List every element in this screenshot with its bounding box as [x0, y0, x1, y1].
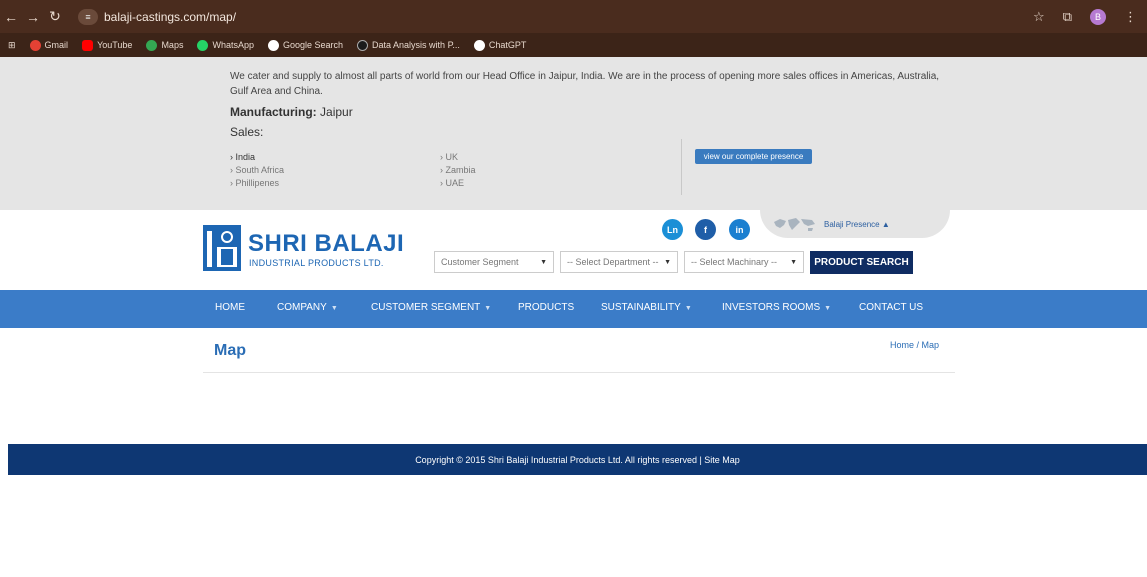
nav-contact-us[interactable]: CONTACT US: [859, 302, 923, 313]
sales-label: Sales:: [230, 125, 264, 139]
bookmark-google-search[interactable]: Google Search: [267, 39, 343, 51]
gmail-icon: [29, 39, 41, 51]
page-title: Map: [214, 342, 246, 359]
bookmark-youtube[interactable]: YouTube: [82, 39, 132, 51]
extensions-icon[interactable]: ⧉: [1063, 9, 1072, 25]
data-analysis-icon: [357, 39, 369, 51]
site-settings-icon[interactable]: ≡: [78, 8, 98, 25]
caret-up-icon: ▲: [881, 220, 890, 229]
ln-social-icon[interactable]: Ln: [662, 219, 683, 240]
nav-sustainability[interactable]: SUSTAINABILITY ▼: [601, 302, 692, 313]
reload-icon[interactable]: ↻: [44, 8, 66, 25]
bookmark-star-icon[interactable]: ☆: [1033, 9, 1045, 25]
url-text[interactable]: balaji-castings.com/map/: [104, 10, 236, 24]
chevron-down-icon: ▼: [664, 258, 671, 266]
presence-description: We cater and supply to almost all parts …: [230, 71, 940, 97]
bookmark-data-analysis[interactable]: Data Analysis with P...: [357, 39, 460, 51]
bookmark-gmail[interactable]: Gmail: [29, 39, 68, 51]
caret-down-icon: ▼: [684, 305, 692, 312]
nav-customer-segment[interactable]: CUSTOMER SEGMENT ▼: [371, 302, 491, 313]
sales-item[interactable]: › UAE: [440, 177, 476, 190]
manufacturing-label: Manufacturing:: [230, 105, 317, 119]
profile-avatar[interactable]: B: [1090, 8, 1106, 25]
sales-item[interactable]: › Phillipenes: [230, 177, 284, 190]
world-map-icon: [774, 218, 815, 231]
breadcrumb[interactable]: Home / Map: [890, 340, 939, 350]
back-arrow-icon[interactable]: ←: [0, 9, 22, 25]
presence-info-panel: We cater and supply to almost all parts …: [0, 57, 1147, 210]
nav-investors-rooms[interactable]: INVESTORS ROOMS ▼: [722, 302, 831, 313]
manufacturing-value: Jaipur: [320, 105, 353, 119]
youtube-icon: [82, 39, 94, 51]
nav-home[interactable]: HOME: [215, 302, 245, 313]
machinary-select[interactable]: -- Select Machinary -- ▼: [684, 251, 804, 273]
bookmark-chatgpt[interactable]: ChatGPT: [473, 39, 526, 51]
customer-segment-select[interactable]: Customer Segment ▼: [434, 251, 554, 273]
forward-arrow-icon[interactable]: →: [22, 9, 44, 25]
whatsapp-icon: [197, 39, 209, 51]
caret-down-icon: ▼: [330, 305, 338, 312]
department-select[interactable]: -- Select Department -- ▼: [560, 251, 678, 273]
main-navigation: HOME COMPANY ▼ CUSTOMER SEGMENT ▼ PRODUCTS…: [0, 290, 1147, 328]
panel-divider: [681, 139, 682, 195]
google-icon: [267, 39, 279, 51]
linkedin-icon[interactable]: in: [729, 219, 750, 240]
bookmark-whatsapp[interactable]: WhatsApp: [197, 39, 254, 51]
content-divider: [203, 372, 955, 373]
browser-address-bar: ← → ↻ ≡ balaji-castings.com/map/ ☆ ⧉ B ⋮: [0, 0, 1147, 33]
company-subtitle: INDUSTRIAL PRODUCTS LTD.: [249, 258, 384, 268]
sales-item[interactable]: › South Africa: [230, 164, 284, 177]
browser-menu-icon[interactable]: ⋮: [1124, 9, 1137, 25]
chevron-down-icon: ▼: [540, 258, 547, 266]
sales-list-2: › UK › Zambia › UAE: [440, 151, 476, 190]
bookmark-maps[interactable]: Maps: [146, 39, 183, 51]
site-footer: Copyright © 2015 Shri Balaji Industrial …: [8, 444, 1147, 475]
site-header: Ln f in Balaji Presence ▲ SHRI BALAJI IN…: [0, 210, 1147, 290]
maps-icon: [146, 39, 158, 51]
facebook-icon[interactable]: f: [695, 219, 716, 240]
apps-grid-icon[interactable]: ⊞: [8, 40, 16, 51]
company-logo-icon[interactable]: [203, 225, 241, 271]
manufacturing-line: Manufacturing: Jaipur: [230, 105, 353, 119]
caret-down-icon: ▼: [824, 305, 832, 312]
view-presence-button[interactable]: view our complete presence: [695, 149, 812, 164]
product-search-button[interactable]: PRODUCT SEARCH: [810, 251, 913, 274]
caret-down-icon: ▼: [484, 305, 492, 312]
sales-list-1: › India › South Africa › Phillipenes: [230, 151, 284, 190]
nav-company[interactable]: COMPANY ▼: [277, 302, 338, 313]
sales-item[interactable]: › Zambia: [440, 164, 476, 177]
url-field[interactable]: ≡ balaji-castings.com/map/: [78, 6, 236, 28]
chatgpt-icon: [473, 39, 485, 51]
balaji-presence-link[interactable]: Balaji Presence ▲: [824, 220, 890, 229]
company-name[interactable]: SHRI BALAJI: [248, 230, 404, 258]
sales-item[interactable]: › India: [230, 151, 284, 164]
chevron-down-icon: ▼: [790, 258, 797, 266]
sales-item[interactable]: › UK: [440, 151, 476, 164]
nav-products[interactable]: PRODUCTS: [518, 302, 574, 313]
bookmarks-bar: ⊞ Gmail YouTube Maps WhatsApp Google Sea…: [0, 33, 1147, 57]
